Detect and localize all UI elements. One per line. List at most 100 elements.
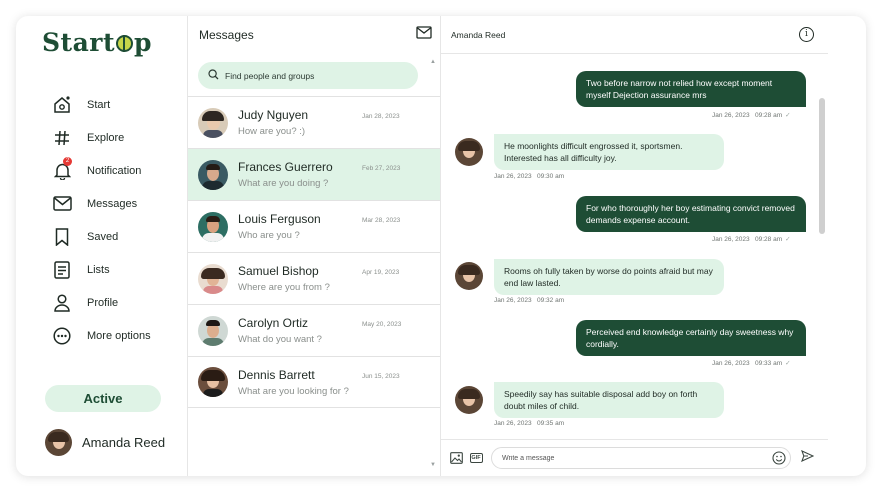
- message-input[interactable]: [502, 454, 762, 462]
- message-bubble-incoming: Rooms oh fully taken by worse do points …: [494, 259, 724, 295]
- message-bubble-outgoing: For who thoroughly her boy estimating co…: [576, 196, 806, 232]
- contact-name: Dennis Barrett: [238, 367, 315, 382]
- sidebar-item-label: Messages: [87, 197, 138, 210]
- sidebar-nav: Start Explore 2 Notification Messages Sa…: [52, 88, 151, 352]
- contact-preview: Who are you ?: [238, 230, 300, 241]
- sidebar-item-label: Start: [87, 98, 111, 111]
- message-timestamp: Jan 26, 2023 09:33 am ✓: [712, 360, 791, 367]
- contact-samuel-bishop[interactable]: Samuel Bishop Where are you from ? Apr 1…: [188, 252, 440, 304]
- sidebar-item-label: Lists: [87, 263, 110, 276]
- avatar: [198, 367, 228, 397]
- avatar: [198, 211, 228, 242]
- sidebar-item-notification[interactable]: 2 Notification: [52, 154, 151, 187]
- messenger-app: Start p Start Explore 2 Notification Mes…: [16, 16, 866, 476]
- list-icon: [52, 260, 72, 280]
- chat-scrollbar[interactable]: [819, 98, 825, 234]
- messages-panel: Messages ▲ ▼ Judy Nguyen How ar: [188, 16, 441, 476]
- search-box[interactable]: [198, 62, 418, 89]
- sidebar-item-label: Notification: [87, 164, 142, 177]
- contact-dennis-barrett[interactable]: Dennis Barrett What are you looking for …: [188, 356, 440, 408]
- sidebar-item-messages[interactable]: Messages: [52, 187, 151, 220]
- image-icon[interactable]: [449, 452, 463, 464]
- contact-date: Jun 15, 2023: [362, 373, 400, 380]
- notification-badge: 2: [63, 156, 72, 166]
- search-input[interactable]: [225, 70, 405, 81]
- sidebar-item-label: Saved: [87, 230, 119, 243]
- sidebar: Start p Start Explore 2 Notification Mes…: [16, 16, 188, 476]
- message-timestamp: Jan 26, 2023 09:28 am ✓: [712, 112, 791, 119]
- avatar: [455, 386, 483, 414]
- contact-name: Frances Guerrero: [238, 160, 333, 174]
- avatar: [455, 138, 483, 166]
- contact-carolyn-ortiz[interactable]: Carolyn Ortiz What do you want ? May 20,…: [188, 304, 440, 356]
- message-timestamp: Jan 26, 2023 09:32 am: [494, 297, 565, 304]
- message-field[interactable]: [491, 447, 791, 469]
- contact-date: May 20, 2023: [362, 321, 402, 328]
- more-icon: [52, 326, 72, 346]
- current-user[interactable]: Amanda Reed: [45, 429, 165, 456]
- sidebar-item-start[interactable]: Start: [52, 88, 151, 121]
- contact-preview: What do you want ?: [238, 334, 322, 345]
- active-status-button[interactable]: Active: [45, 385, 161, 412]
- avatar: [198, 107, 228, 138]
- message-timestamp: Jan 26, 2023 09:30 am: [494, 173, 565, 180]
- contact-name: Judy Nguyen: [238, 108, 309, 122]
- contact-date: Mar 28, 2023: [362, 217, 401, 224]
- messages-header: Messages: [188, 16, 440, 54]
- sidebar-item-more-options[interactable]: More options: [52, 319, 151, 352]
- scroll-down-arrow-icon[interactable]: ▼: [430, 462, 436, 468]
- mail-icon: [52, 194, 72, 214]
- sidebar-item-label: More options: [87, 329, 151, 342]
- contact-name: Louis Ferguson: [238, 212, 321, 226]
- message-bubble-incoming: Speedily say has suitable disposal add b…: [494, 382, 724, 418]
- chat-header: Amanda Reed i: [441, 16, 828, 54]
- avatar: [198, 263, 228, 294]
- sidebar-item-explore[interactable]: Explore: [52, 121, 151, 154]
- check-icon: ✓: [785, 236, 791, 243]
- current-user-name: Amanda Reed: [82, 435, 166, 450]
- info-icon[interactable]: i: [799, 27, 814, 42]
- contact-preview: What are you doing ?: [238, 178, 329, 189]
- sidebar-item-label: Profile: [87, 296, 119, 309]
- hashtag-icon: [52, 128, 72, 148]
- message-bubble-outgoing: Perceived end knowledge certainly day sw…: [576, 320, 806, 356]
- send-icon[interactable]: [801, 449, 815, 467]
- gif-button[interactable]: GIF: [469, 452, 483, 464]
- startup-logo[interactable]: Start p: [42, 28, 152, 57]
- sidebar-item-label: Explore: [87, 131, 125, 144]
- avatar: [455, 262, 483, 290]
- bell-icon: 2: [52, 156, 72, 181]
- contact-frances-guerrero[interactable]: Frances Guerrero What are you doing ? Fe…: [188, 148, 440, 200]
- contact-date: Jan 28, 2023: [362, 113, 400, 120]
- message-timestamp: Jan 26, 2023 09:28 am ✓: [712, 236, 791, 243]
- emoji-icon[interactable]: [772, 451, 786, 470]
- avatar: [198, 159, 228, 190]
- avatar: [45, 429, 72, 456]
- sidebar-item-lists[interactable]: Lists: [52, 253, 151, 286]
- message-timestamp: Jan 26, 2023 09:35 am: [494, 420, 565, 427]
- messages-title: Messages: [199, 28, 254, 42]
- contact-list: Judy Nguyen How are you? :) Jan 28, 2023…: [188, 96, 440, 408]
- compose-mail-icon[interactable]: [416, 26, 432, 44]
- sidebar-item-profile[interactable]: Profile: [52, 286, 151, 319]
- check-icon: ✓: [785, 112, 791, 119]
- chat-contact-name: Amanda Reed: [451, 29, 506, 40]
- scroll-up-arrow-icon[interactable]: ▲: [430, 59, 436, 65]
- contact-name: Carolyn Ortiz: [238, 316, 309, 330]
- sidebar-item-saved[interactable]: Saved: [52, 220, 151, 253]
- contact-name: Samuel Bishop: [238, 264, 319, 278]
- bookmark-icon: [52, 227, 72, 247]
- check-icon: ✓: [785, 360, 791, 367]
- contact-louis-ferguson[interactable]: Louis Ferguson Who are you ? Mar 28, 202…: [188, 200, 440, 252]
- home-icon: [52, 95, 72, 115]
- contact-preview: How are you? :): [238, 126, 306, 137]
- search-icon: [208, 67, 219, 85]
- contact-preview: Where are you from ?: [238, 282, 330, 293]
- gif-icon: GIF: [469, 453, 483, 463]
- contact-preview: What are you looking for ?: [238, 385, 349, 397]
- user-icon: [52, 293, 72, 313]
- contact-judy-nguyen[interactable]: Judy Nguyen How are you? :) Jan 28, 2023: [188, 96, 440, 148]
- tennis-ball-icon: [116, 35, 134, 52]
- contact-date: Apr 19, 2023: [362, 269, 400, 276]
- contact-date: Feb 27, 2023: [362, 165, 401, 172]
